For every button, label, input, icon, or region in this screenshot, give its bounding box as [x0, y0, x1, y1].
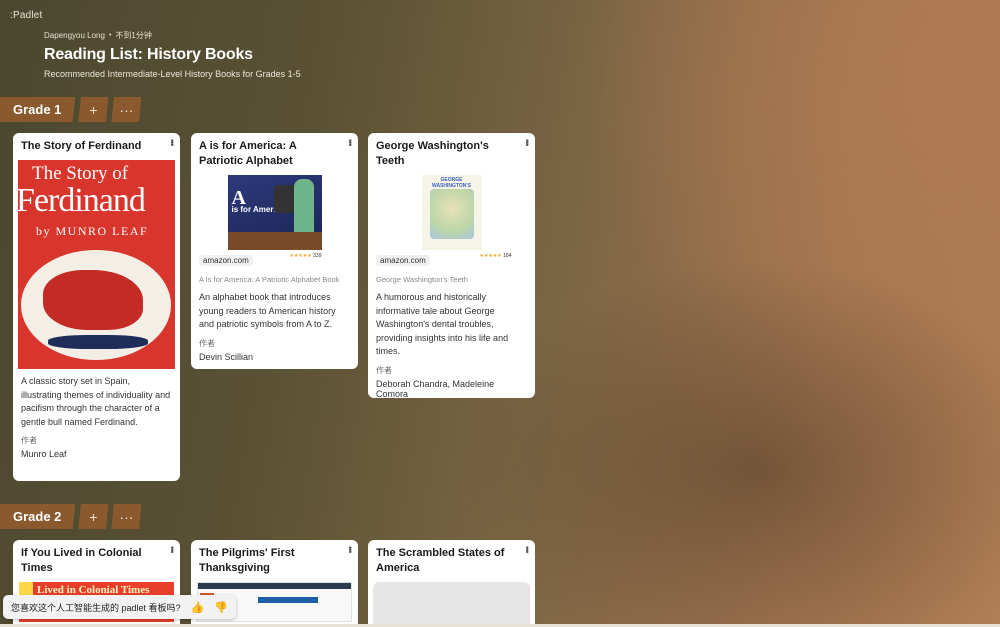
card-author: Deborah Chandra, Madeleine Comora — [376, 378, 495, 399]
feedback-prompt: 您喜欢这个人工智能生成的 padlet 看板吗? 👍 👎 — [3, 595, 236, 619]
card-title: George Washington's Teeth — [376, 140, 489, 167]
link-caption: George Washington's Teeth — [376, 275, 468, 284]
card-menu-icon[interactable]: ••• — [345, 546, 355, 552]
card-menu-icon[interactable]: ••• — [522, 139, 532, 145]
post-card[interactable]: ••• George Washington's Teeth GEORGE WAS… — [368, 133, 535, 398]
cover-text: by MUNRO LEAF — [36, 224, 149, 238]
author-label: 作者 — [376, 365, 392, 375]
link-source[interactable]: amazon.com — [376, 255, 430, 266]
board-meta: Dapengyou Long • 不到1分钟 — [44, 30, 301, 41]
more-horizontal-icon[interactable]: ··· — [111, 97, 142, 122]
board-header: Dapengyou Long • 不到1分钟 Reading List: His… — [44, 30, 301, 79]
board-title: Reading List: History Books — [44, 46, 253, 63]
thumb-illustration — [273, 185, 296, 213]
card-author: Devin Scillian — [199, 351, 254, 362]
card-title: If You Lived in Colonial Times — [21, 547, 142, 574]
card-title: The Story of Ferdinand — [21, 140, 142, 152]
thumbs-down-icon[interactable]: 👎 — [214, 601, 228, 614]
image-placeholder — [373, 582, 530, 627]
more-horizontal-icon[interactable]: ··· — [111, 504, 142, 529]
board-subtitle: Recommended Intermediate-Level History B… — [44, 69, 301, 79]
post-card[interactable]: ••• The Story of Ferdinand The Story of … — [13, 133, 180, 481]
post-card[interactable]: ••• The Scrambled States of America — [368, 540, 535, 627]
section-header-grade-2: Grade 2 + ··· — [0, 504, 142, 529]
thumb-text: GEORGE WASHINGTON'S TEETH — [432, 177, 471, 195]
section-title[interactable]: Grade 2 — [0, 504, 76, 529]
rating-stars: ★★★★★ 184 — [479, 253, 512, 259]
author-label: 作者 — [21, 436, 37, 445]
cover-text: Ferdinand — [18, 182, 146, 219]
author-label: 作者 — [199, 338, 215, 348]
card-author: Munro Leaf — [21, 449, 67, 459]
feedback-question: 您喜欢这个人工智能生成的 padlet 看板吗? — [11, 602, 181, 613]
card-menu-icon[interactable]: ••• — [167, 139, 177, 145]
link-caption: A Is for America: A Patriotic Alphabet B… — [199, 275, 340, 284]
section-header-grade-1: Grade 1 + ··· — [0, 97, 142, 122]
card-title: The Scrambled States of America — [376, 547, 505, 574]
thumb-illustration — [198, 583, 351, 589]
card-title: The Pilgrims' First Thanksgiving — [199, 547, 295, 574]
thumb-illustration — [258, 597, 318, 603]
link-thumbnail[interactable]: A is for America ★★★★★ 339 — [227, 175, 322, 259]
card-description: A humorous and historically informative … — [376, 292, 509, 356]
plus-icon[interactable]: + — [78, 97, 109, 122]
link-source[interactable]: amazon.com — [199, 255, 253, 266]
card-menu-icon[interactable]: ••• — [345, 139, 355, 145]
book-cover-image[interactable]: The Story of Ferdinand by MUNRO LEAF — [18, 160, 175, 369]
link-thumbnail[interactable]: GEORGE WASHINGTON'S TEETH ★★★★★ 184 — [421, 175, 512, 259]
plus-icon[interactable]: + — [78, 504, 109, 529]
padlet-logo[interactable]: :Padlet — [10, 10, 43, 21]
thumb-illustration — [429, 189, 474, 239]
timestamp: 不到1分钟 — [115, 31, 152, 40]
thumb-illustration — [293, 179, 314, 235]
card-menu-icon[interactable]: ••• — [167, 546, 177, 552]
cover-illustration — [48, 335, 148, 349]
card-description: A classic story set in Spain, illustrati… — [21, 376, 171, 427]
thumbs-up-icon[interactable]: 👍 — [191, 601, 205, 614]
meta-separator: • — [108, 32, 112, 39]
thumb-illustration — [227, 232, 322, 250]
rating-stars: ★★★★★ 339 — [289, 253, 322, 259]
post-card[interactable]: ••• A is for America: A Patriotic Alphab… — [191, 133, 358, 369]
card-menu-icon[interactable]: ••• — [522, 546, 532, 552]
author-name[interactable]: Dapengyou Long — [44, 31, 105, 40]
card-description: An alphabet book that introduces young r… — [199, 292, 336, 329]
card-title: A is for America: A Patriotic Alphabet — [199, 140, 297, 167]
section-title[interactable]: Grade 1 — [0, 97, 76, 122]
bull-illustration — [43, 270, 143, 330]
